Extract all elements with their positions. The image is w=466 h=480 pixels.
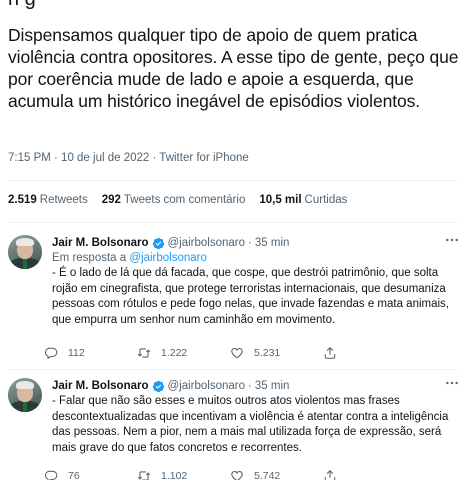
reply-text: - Falar que não são esses e muitos outro… bbox=[52, 395, 449, 454]
divider bbox=[8, 180, 458, 181]
more-icon[interactable] bbox=[444, 376, 460, 390]
reply-actions: 76 1.102 5.742 bbox=[44, 469, 416, 480]
tweet-timestamp[interactable]: 7:15 PM · 10 de jul de 2022 · Twitter fo… bbox=[8, 152, 249, 164]
like-icon bbox=[231, 471, 243, 480]
cut-off-text: ri g bbox=[8, 0, 36, 11]
reply-text: - É o lado de lá que dá facada, que cosp… bbox=[52, 267, 449, 326]
share-icon bbox=[324, 347, 336, 359]
retweet-icon bbox=[137, 471, 151, 480]
reply-actions: 112 1.222 5.231 bbox=[44, 346, 416, 360]
avatar[interactable] bbox=[8, 378, 42, 412]
divider bbox=[8, 222, 458, 223]
replying-to-handle[interactable]: @jairbolsonaro bbox=[129, 252, 207, 264]
author-handle[interactable]: @jairbolsonaro bbox=[168, 235, 246, 251]
author-name[interactable]: Jair M. Bolsonaro bbox=[52, 235, 149, 251]
likes-stat[interactable]: 10,5 mil Curtidas bbox=[259, 194, 347, 206]
tweet-text: Dispensamos qualquer tipo de apoio de qu… bbox=[8, 25, 459, 111]
retweet-icon bbox=[137, 348, 151, 358]
reply-button[interactable]: 76 bbox=[44, 469, 137, 480]
avatar[interactable] bbox=[8, 235, 42, 269]
share-button[interactable] bbox=[323, 469, 416, 480]
reply-icon bbox=[44, 470, 58, 480]
retweet-button[interactable]: 1.222 bbox=[137, 346, 230, 360]
reply-time[interactable]: 35 min bbox=[255, 378, 290, 394]
like-button[interactable]: 5.231 bbox=[230, 346, 323, 360]
quotes-stat[interactable]: 292 Tweets com comentário bbox=[102, 194, 246, 206]
divider bbox=[8, 369, 458, 370]
retweets-stat[interactable]: 2.519 Retweets bbox=[8, 194, 88, 206]
verified-badge-icon bbox=[152, 237, 164, 249]
tweet-stats: 2.519 Retweets 292 Tweets com comentário 1… bbox=[8, 194, 347, 206]
author-name[interactable]: Jair M. Bolsonaro bbox=[52, 378, 149, 394]
reply-button[interactable]: 112 bbox=[44, 346, 137, 360]
author-handle[interactable]: @jairbolsonaro bbox=[168, 378, 246, 394]
reply-time[interactable]: 35 min bbox=[255, 235, 290, 251]
retweet-button[interactable]: 1.102 bbox=[137, 469, 230, 480]
replying-to: Em resposta a @jairbolsonaro bbox=[52, 252, 207, 264]
like-icon bbox=[231, 348, 243, 359]
share-icon bbox=[324, 470, 336, 480]
verified-badge-icon bbox=[152, 380, 164, 392]
like-button[interactable]: 5.742 bbox=[230, 469, 323, 480]
more-icon[interactable] bbox=[444, 233, 460, 247]
share-button[interactable] bbox=[323, 346, 416, 360]
reply-icon bbox=[44, 347, 58, 360]
